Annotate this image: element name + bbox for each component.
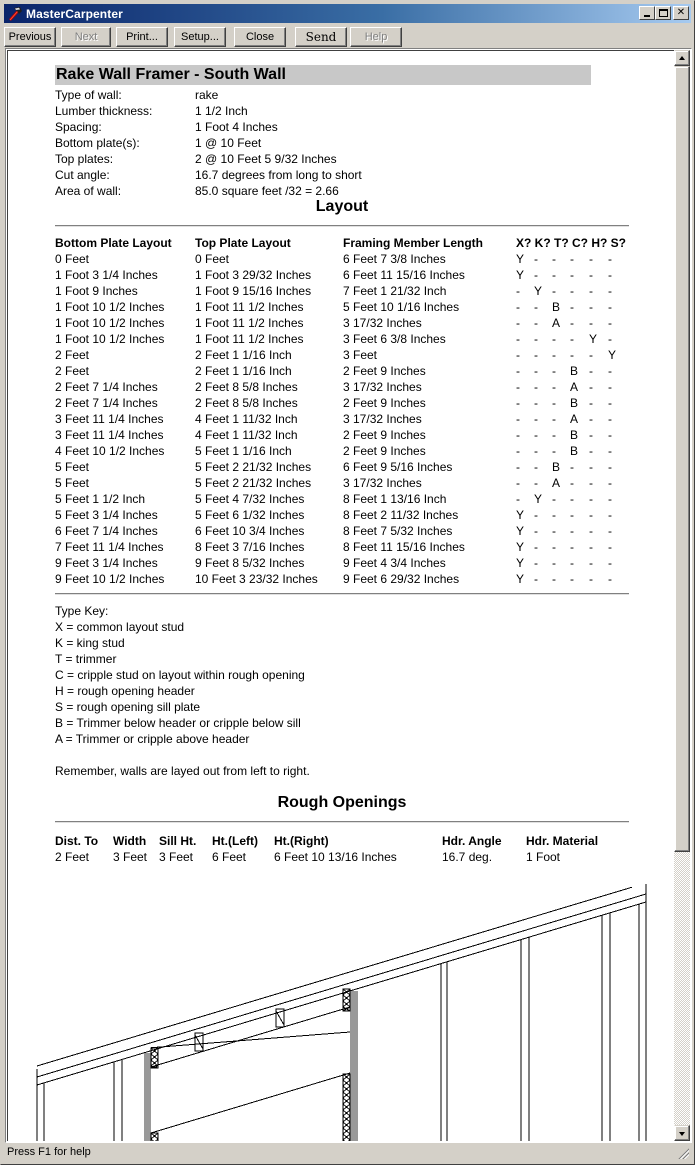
cripple-hatch — [275, 1010, 285, 1026]
report-view: Rake Wall Framer - South Wall Type of wa… — [5, 48, 692, 1143]
cripple-hatch — [194, 1034, 204, 1050]
sill-line — [150, 1072, 351, 1134]
header-top-line — [150, 1006, 351, 1068]
top-plate-line — [36, 893, 647, 1078]
window-title: MasterCarpenter — [26, 6, 123, 21]
maximize-icon — [658, 9, 668, 17]
king-stud — [350, 990, 358, 1141]
wall-framing-diagram — [36, 884, 647, 1141]
hammer-icon — [7, 6, 23, 22]
status-bar: Press F1 for help — [4, 1143, 691, 1161]
send-button[interactable]: Send — [295, 27, 347, 47]
close-window-button[interactable]: ✕ — [673, 6, 689, 20]
setup-button[interactable]: Setup... — [174, 27, 226, 47]
report-document: Rake Wall Framer - South Wall Type of wa… — [7, 50, 674, 1141]
maximize-button[interactable] — [655, 6, 671, 20]
king-stud — [144, 1052, 151, 1141]
resize-grip-icon[interactable] — [677, 1147, 689, 1159]
close-button[interactable]: Close — [234, 27, 286, 47]
previous-button[interactable]: Previous — [4, 27, 56, 47]
minimize-button[interactable] — [639, 6, 655, 20]
header-bottom-line — [150, 1031, 351, 1049]
scrollbar-thumb[interactable] — [674, 66, 690, 852]
next-button[interactable]: Next — [61, 27, 111, 47]
minimize-icon — [644, 15, 650, 17]
scroll-down-arrow-icon[interactable] — [674, 1125, 690, 1141]
top-plate-line — [36, 901, 647, 1086]
top-plate-line — [36, 886, 633, 1067]
status-text: Press F1 for help — [7, 1146, 91, 1158]
help-button[interactable]: Help — [350, 27, 402, 47]
vertical-scrollbar[interactable] — [674, 50, 690, 1141]
print-button[interactable]: Print... — [116, 27, 168, 47]
scroll-up-arrow-icon[interactable] — [674, 50, 690, 66]
toolbar: Previous Next Print... Setup... Close Se… — [4, 26, 691, 48]
app-window: MasterCarpenter ✕ Previous Next Print...… — [0, 0, 695, 1165]
close-icon: ✕ — [676, 7, 686, 18]
title-bar[interactable]: MasterCarpenter ✕ — [4, 4, 691, 23]
